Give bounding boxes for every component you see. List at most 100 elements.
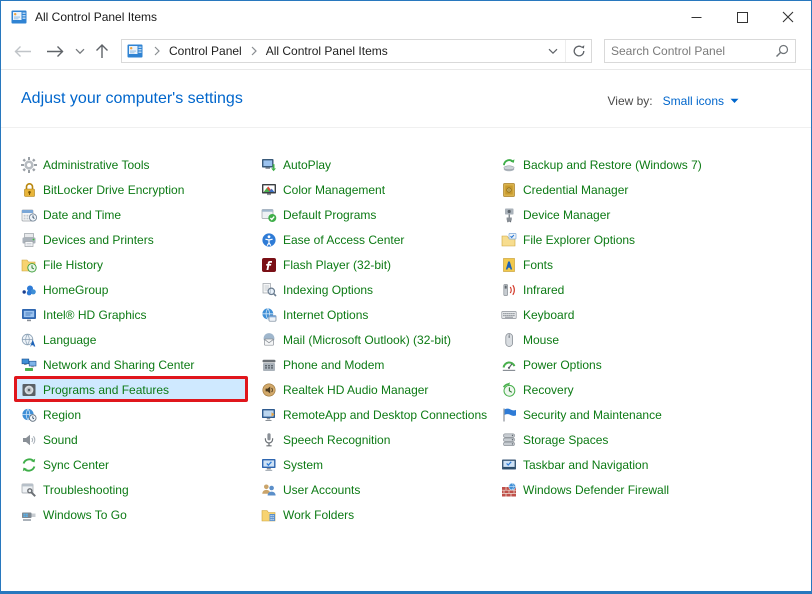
item-bitlocker-drive-encryption[interactable]: BitLocker Drive Encryption [21,177,253,202]
recovery-icon [501,382,517,398]
maximize-button[interactable] [719,1,765,33]
item-work-folders[interactable]: Work Folders [261,502,493,527]
windows-firewall-icon [501,482,517,498]
fonts-icon [501,257,517,273]
item-flash-player-32-bit[interactable]: Flash Player (32-bit) [261,252,493,277]
internet-options-icon [261,307,277,323]
item-color-management[interactable]: Color Management [261,177,493,202]
search-box [604,39,796,63]
item-region[interactable]: Region [21,402,253,427]
minimize-icon [691,12,702,23]
item-label: Sync Center [43,458,109,472]
refresh-button[interactable] [565,40,591,62]
remoteapp-icon [261,407,277,423]
item-autoplay[interactable]: AutoPlay [261,152,493,177]
minimize-button[interactable] [673,1,719,33]
file-history-icon [21,257,37,273]
infrared-icon [501,282,517,298]
item-label: Phone and Modem [283,358,384,372]
item-devices-and-printers[interactable]: Devices and Printers [21,227,253,252]
item-mouse[interactable]: Mouse [501,327,801,352]
view-by-label: View by: [608,94,653,108]
item-label: User Accounts [283,483,360,497]
breadcrumb-chevron-icon[interactable] [244,46,264,56]
search-input[interactable] [611,44,775,58]
view-by-dropdown[interactable]: Small icons [663,94,739,108]
taskbar-navigation-icon [501,457,517,473]
item-intel-hd-graphics[interactable]: Intel® HD Graphics [21,302,253,327]
item-ease-of-access-center[interactable]: Ease of Access Center [261,227,493,252]
view-by-control: View by: Small icons [608,94,740,108]
forward-button[interactable] [46,45,65,58]
address-dropdown-button[interactable] [541,40,565,62]
item-windows-defender-firewall[interactable]: Windows Defender Firewall [501,477,801,502]
file-explorer-options-icon [501,232,517,248]
item-homegroup[interactable]: HomeGroup [21,277,253,302]
item-administrative-tools[interactable]: Administrative Tools [21,152,253,177]
recent-pages-button[interactable] [75,48,85,55]
realtek-audio-icon [261,382,277,398]
network-sharing-icon [21,357,37,373]
flash-player-icon [261,257,277,273]
item-sync-center[interactable]: Sync Center [21,452,253,477]
item-file-explorer-options[interactable]: File Explorer Options [501,227,801,252]
item-device-manager[interactable]: Device Manager [501,202,801,227]
up-button[interactable] [95,43,109,59]
item-recovery[interactable]: Recovery [501,377,801,402]
language-icon [21,332,37,348]
item-language[interactable]: Language [21,327,253,352]
item-remoteapp-and-desktop-connections[interactable]: RemoteApp and Desktop Connections [261,402,493,427]
device-manager-icon [501,207,517,223]
item-troubleshooting[interactable]: Troubleshooting [21,477,253,502]
item-label: Color Management [283,183,385,197]
item-taskbar-and-navigation[interactable]: Taskbar and Navigation [501,452,801,477]
item-label: Recovery [523,383,574,397]
system-icon [261,457,277,473]
item-date-and-time[interactable]: Date and Time [21,202,253,227]
item-sound[interactable]: Sound [21,427,253,452]
item-infrared[interactable]: Infrared [501,277,801,302]
view-by-value: Small icons [663,94,724,108]
devices-printers-icon [21,232,37,248]
item-label: Credential Manager [523,183,628,197]
item-security-and-maintenance[interactable]: Security and Maintenance [501,402,801,427]
security-maintenance-icon [501,407,517,423]
keyboard-icon [501,307,517,323]
item-power-options[interactable]: Power Options [501,352,801,377]
item-credential-manager[interactable]: Credential Manager [501,177,801,202]
power-options-icon [501,357,517,373]
item-backup-and-restore-windows-7[interactable]: Backup and Restore (Windows 7) [501,152,801,177]
item-phone-and-modem[interactable]: Phone and Modem [261,352,493,377]
item-internet-options[interactable]: Internet Options [261,302,493,327]
item-realtek-hd-audio-manager[interactable]: Realtek HD Audio Manager [261,377,493,402]
credential-manager-icon [501,182,517,198]
item-mail-microsoft-outlook-32-bit[interactable]: Mail (Microsoft Outlook) (32-bit) [261,327,493,352]
date-time-icon [21,207,37,223]
item-label: Fonts [523,258,553,272]
control-panel-icon [11,9,27,25]
item-programs-and-features[interactable]: Programs and Features [21,377,253,402]
item-keyboard[interactable]: Keyboard [501,302,801,327]
item-system[interactable]: System [261,452,493,477]
item-network-and-sharing-center[interactable]: Network and Sharing Center [21,352,253,377]
item-indexing-options[interactable]: Indexing Options [261,277,493,302]
bitlocker-icon [21,182,37,198]
item-user-accounts[interactable]: User Accounts [261,477,493,502]
breadcrumb-chevron-icon[interactable] [147,46,167,56]
back-button[interactable] [13,45,32,58]
navigation-bar: Control Panel All Control Panel Items [1,33,811,70]
troubleshooting-icon [21,482,37,498]
item-file-history[interactable]: File History [21,252,253,277]
breadcrumb-all-control-panel-items[interactable]: All Control Panel Items [264,42,390,60]
item-fonts[interactable]: Fonts [501,252,801,277]
forward-icon [46,45,65,58]
search-icon[interactable] [775,44,789,58]
item-storage-spaces[interactable]: Storage Spaces [501,427,801,452]
address-bar[interactable]: Control Panel All Control Panel Items [121,39,592,63]
item-speech-recognition[interactable]: Speech Recognition [261,427,493,452]
close-button[interactable] [765,1,811,33]
breadcrumb-control-panel[interactable]: Control Panel [167,42,244,60]
item-default-programs[interactable]: Default Programs [261,202,493,227]
item-label: Speech Recognition [283,433,390,447]
item-windows-to-go[interactable]: Windows To Go [21,502,253,527]
